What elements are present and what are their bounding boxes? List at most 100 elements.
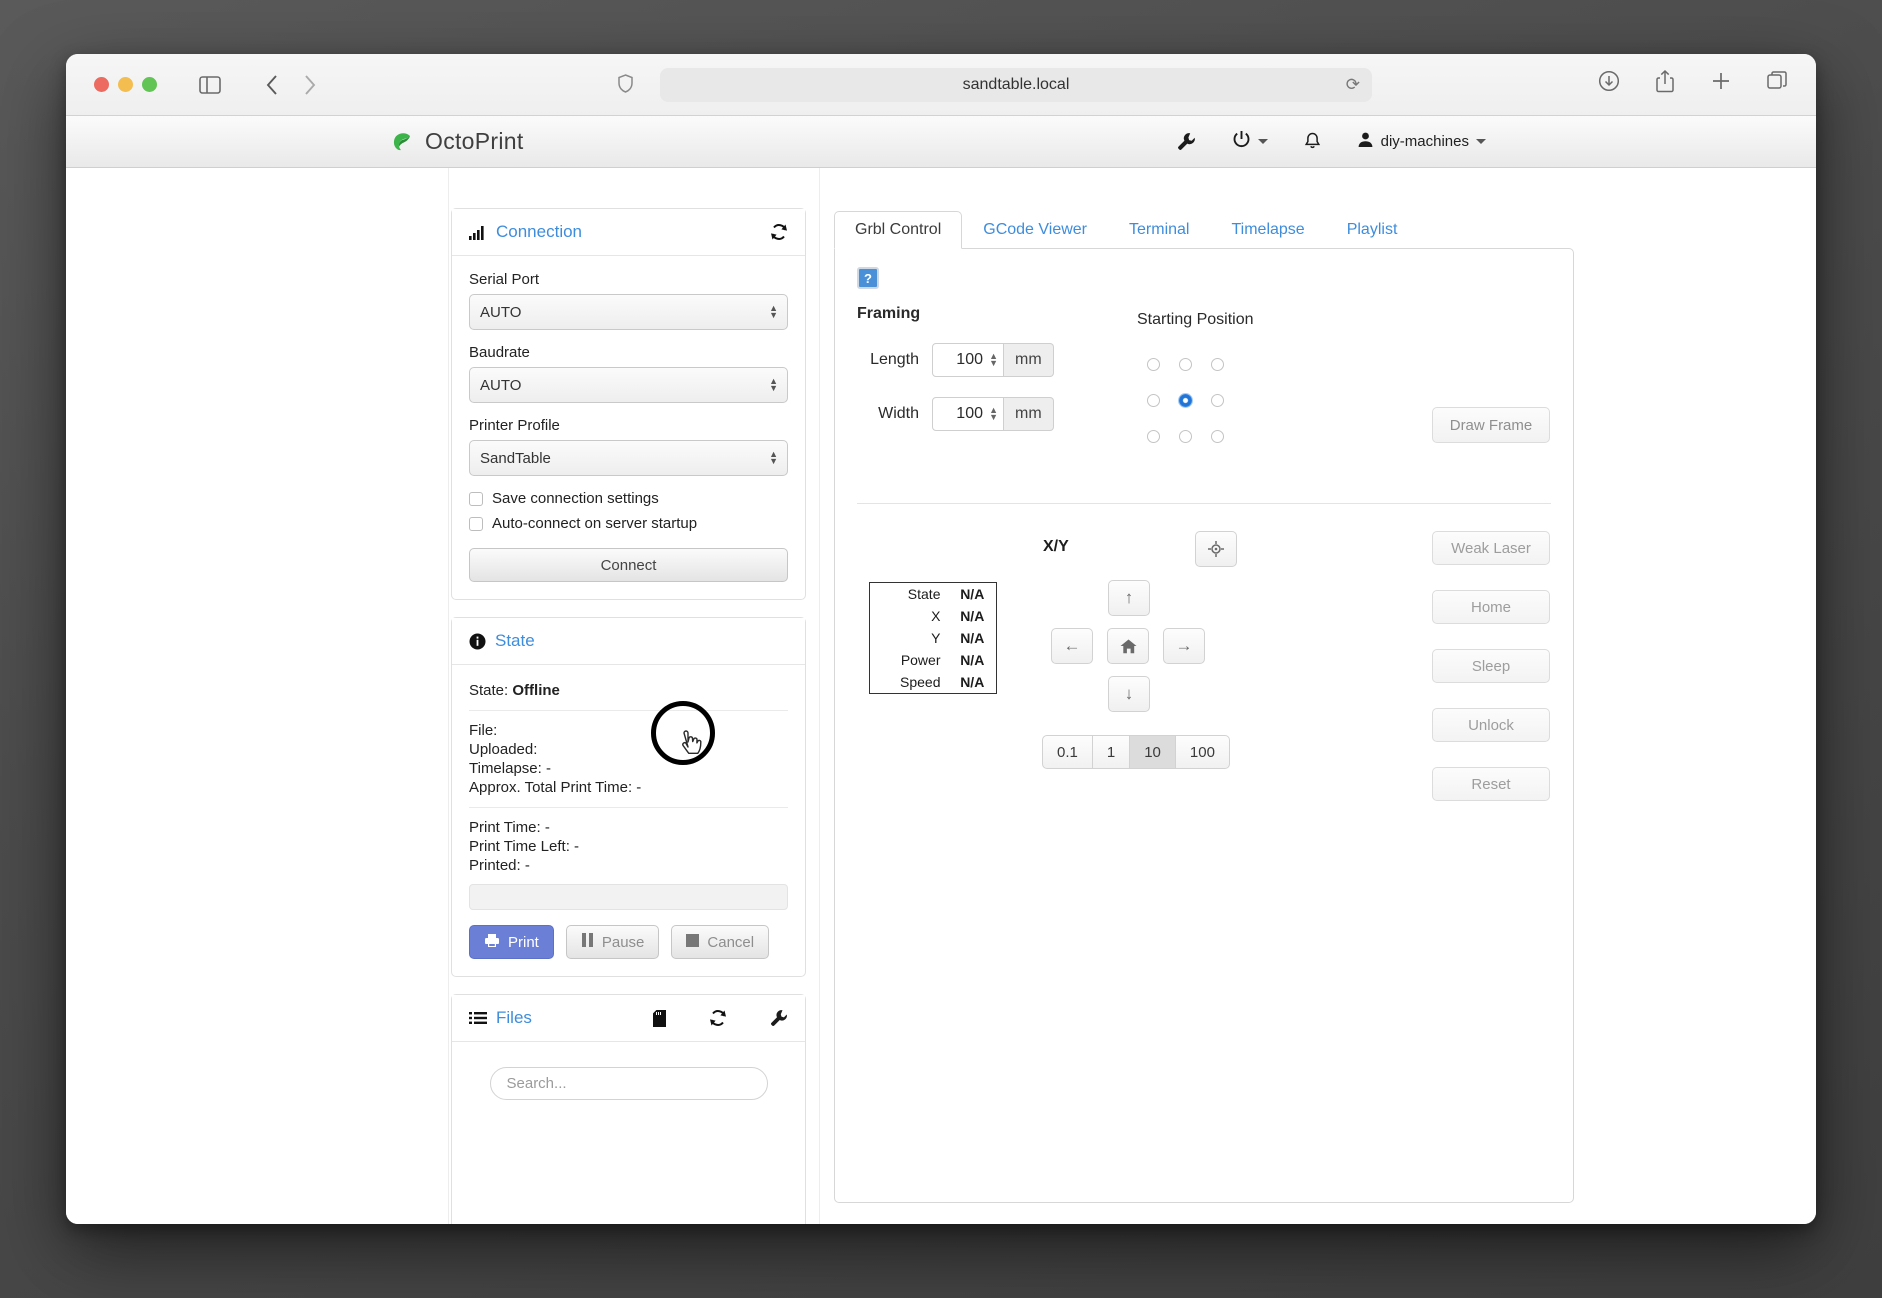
step-size-0.1[interactable]: 0.1 [1042, 735, 1093, 769]
maximize-window-button[interactable] [142, 77, 157, 92]
printed-line: Printed: - [469, 857, 788, 874]
weak-laser-button[interactable]: Weak Laser [1432, 531, 1550, 565]
plus-icon[interactable] [1704, 66, 1738, 96]
length-input[interactable]: 100 ▲▼ [932, 343, 1004, 377]
close-window-button[interactable] [94, 77, 109, 92]
arrow-down-icon[interactable]: ↓ [1108, 676, 1150, 712]
print-progress-bar [469, 884, 788, 910]
sleep-button[interactable]: Sleep [1432, 649, 1550, 683]
state-value: Offline [512, 682, 560, 699]
step-size-10-selected[interactable]: 10 [1129, 735, 1176, 769]
start-pos-radio-6[interactable] [1147, 430, 1160, 443]
serial-port-select[interactable]: AUTO ▲▼ [469, 294, 788, 330]
sidebar-icon[interactable] [193, 70, 227, 100]
files-panel: Files Search... [451, 994, 806, 1224]
navigation-arrows [255, 70, 327, 100]
width-input[interactable]: 100 ▲▼ [932, 397, 1004, 431]
tab-grbl-control[interactable]: Grbl Control [834, 211, 962, 249]
state-panel: State State: Offline File: Uploaded: Tim… [451, 617, 806, 977]
start-pos-radio-cell[interactable] [1137, 418, 1169, 454]
home-button[interactable]: Home [1432, 590, 1550, 624]
start-pos-radio-5[interactable] [1211, 394, 1224, 407]
start-pos-radio-3[interactable] [1147, 394, 1160, 407]
files-panel-body: Search... [452, 1042, 805, 1224]
start-pos-radio-8[interactable] [1211, 430, 1224, 443]
start-pos-radio-2[interactable] [1211, 358, 1224, 371]
crosshair-icon[interactable] [1195, 531, 1237, 567]
step-size-1[interactable]: 1 [1092, 735, 1130, 769]
start-pos-radio-cell[interactable] [1169, 382, 1201, 418]
save-connection-settings-row[interactable]: Save connection settings [469, 490, 788, 507]
baudrate-select[interactable]: AUTO ▲▼ [469, 367, 788, 403]
tab-playlist[interactable]: Playlist [1326, 211, 1419, 249]
column-divider-right [819, 168, 820, 1224]
start-pos-radio-0[interactable] [1147, 358, 1160, 371]
start-pos-radio-4-selected[interactable] [1179, 394, 1192, 407]
tab-timelapse[interactable]: Timelapse [1210, 211, 1325, 249]
grbl-control-panel: ? Framing Length 100 ▲▼ mm [834, 248, 1574, 1203]
arrow-left-icon[interactable]: ← [1051, 628, 1093, 664]
chevron-updown-icon: ▲▼ [769, 451, 778, 465]
arrow-right-icon[interactable]: → [1163, 628, 1205, 664]
draw-frame-button[interactable]: Draw Frame [1432, 407, 1550, 443]
start-pos-radio-cell[interactable] [1137, 346, 1169, 382]
stepper-icon[interactable]: ▲▼ [989, 353, 998, 367]
window-traffic-lights [94, 77, 157, 92]
share-icon[interactable] [1648, 66, 1682, 96]
octoprint-logo[interactable]: OctoPrint [389, 128, 524, 155]
home-icon[interactable] [1107, 628, 1149, 664]
state-panel-title: State [495, 631, 535, 651]
save-connection-settings-checkbox[interactable] [469, 492, 483, 506]
wrench-icon[interactable] [1177, 132, 1196, 151]
refresh-icon[interactable] [709, 1009, 727, 1027]
wrench-icon[interactable] [770, 1009, 788, 1027]
connect-button[interactable]: Connect [469, 548, 788, 582]
download-icon[interactable] [1592, 66, 1626, 96]
bell-icon[interactable] [1304, 132, 1321, 151]
start-pos-radio-cell[interactable] [1169, 418, 1201, 454]
state-value-row: State: Offline [469, 682, 788, 699]
stop-icon [686, 934, 699, 951]
autoconnect-label: Auto-connect on server startup [492, 515, 697, 532]
forward-arrow-icon[interactable] [293, 70, 327, 100]
minimize-window-button[interactable] [118, 77, 133, 92]
power-menu[interactable] [1232, 130, 1268, 153]
tab-terminal[interactable]: Terminal [1108, 211, 1210, 249]
user-menu[interactable]: diy-machines [1357, 131, 1486, 152]
stepper-icon[interactable]: ▲▼ [989, 407, 998, 421]
tab-overview-icon[interactable] [1760, 66, 1794, 96]
save-connection-settings-label: Save connection settings [492, 490, 659, 507]
print-button[interactable]: Print [469, 925, 554, 959]
start-pos-radio-1[interactable] [1179, 358, 1192, 371]
file-line: File: [469, 722, 788, 739]
refresh-icon[interactable] [770, 223, 788, 241]
url-bar[interactable]: sandtable.local ⟳ [660, 68, 1372, 102]
start-pos-radio-cell[interactable] [1137, 382, 1169, 418]
reset-button[interactable]: Reset [1432, 767, 1550, 801]
start-pos-radio-7[interactable] [1179, 430, 1192, 443]
step-size-100[interactable]: 100 [1175, 735, 1230, 769]
arrow-up-icon[interactable]: ↑ [1108, 580, 1150, 616]
start-pos-radio-cell[interactable] [1201, 346, 1233, 382]
autoconnect-row[interactable]: Auto-connect on server startup [469, 515, 788, 532]
tab-gcode-viewer[interactable]: GCode Viewer [962, 211, 1108, 249]
uploaded-line: Uploaded: [469, 741, 788, 758]
table-row: State N/A [870, 583, 997, 606]
unlock-button[interactable]: Unlock [1432, 708, 1550, 742]
pause-button[interactable]: Pause [566, 925, 660, 959]
start-pos-radio-cell[interactable] [1169, 346, 1201, 382]
help-button[interactable]: ? [857, 267, 879, 289]
cancel-button[interactable]: Cancel [671, 925, 769, 959]
sd-card-icon[interactable] [653, 1010, 666, 1027]
table-row: Power N/A [870, 649, 997, 671]
back-arrow-icon[interactable] [255, 70, 289, 100]
length-unit: mm [1004, 343, 1054, 377]
autoconnect-checkbox[interactable] [469, 517, 483, 531]
printer-profile-select[interactable]: SandTable ▲▼ [469, 440, 788, 476]
start-pos-radio-cell[interactable] [1201, 418, 1233, 454]
width-value: 100 [956, 405, 983, 423]
start-pos-radio-cell[interactable] [1201, 382, 1233, 418]
width-unit: mm [1004, 397, 1054, 431]
file-search-input[interactable]: Search... [490, 1067, 768, 1100]
reload-icon[interactable]: ⟳ [1346, 75, 1360, 95]
